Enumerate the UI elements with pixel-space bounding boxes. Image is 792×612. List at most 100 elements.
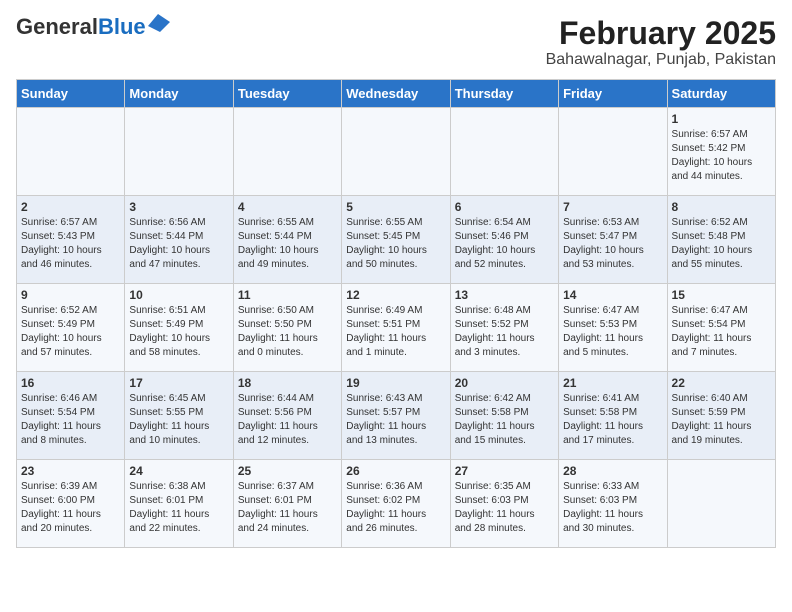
day-info: Sunrise: 6:50 AM Sunset: 5:50 PM Dayligh…: [238, 304, 337, 360]
day-info: Sunrise: 6:35 AM Sunset: 6:03 PM Dayligh…: [455, 480, 554, 536]
day-number: 6: [455, 200, 554, 214]
day-info: Sunrise: 6:57 AM Sunset: 5:43 PM Dayligh…: [21, 216, 120, 272]
calendar-week-row: 2 Sunrise: 6:57 AM Sunset: 5:43 PM Daylig…: [17, 196, 776, 284]
day-number: 26: [346, 464, 445, 478]
day-info: Sunrise: 6:45 AM Sunset: 5:55 PM Dayligh…: [129, 392, 228, 448]
day-number: 1: [672, 112, 771, 126]
calendar-cell: 26 Sunrise: 6:36 AM Sunset: 6:02 PM Dayli…: [342, 460, 450, 548]
logo-icon: [148, 14, 170, 32]
day-number: 21: [563, 376, 662, 390]
calendar-cell: 22 Sunrise: 6:40 AM Sunset: 5:59 PM Dayli…: [667, 372, 775, 460]
day-number: 20: [455, 376, 554, 390]
day-number: 28: [563, 464, 662, 478]
day-number: 2: [21, 200, 120, 214]
day-info: Sunrise: 6:43 AM Sunset: 5:57 PM Dayligh…: [346, 392, 445, 448]
page-header: GeneralBlue February 2025 Bahawalnagar, …: [16, 16, 776, 69]
day-info: Sunrise: 6:54 AM Sunset: 5:46 PM Dayligh…: [455, 216, 554, 272]
day-info: Sunrise: 6:57 AM Sunset: 5:42 PM Dayligh…: [672, 128, 771, 184]
day-info: Sunrise: 6:55 AM Sunset: 5:44 PM Dayligh…: [238, 216, 337, 272]
calendar-cell: 4 Sunrise: 6:55 AM Sunset: 5:44 PM Daylig…: [233, 196, 341, 284]
day-number: 7: [563, 200, 662, 214]
calendar-cell: 16 Sunrise: 6:46 AM Sunset: 5:54 PM Dayli…: [17, 372, 125, 460]
day-number: 10: [129, 288, 228, 302]
calendar-cell: 1 Sunrise: 6:57 AM Sunset: 5:42 PM Daylig…: [667, 108, 775, 196]
day-number: 27: [455, 464, 554, 478]
calendar-cell: 2 Sunrise: 6:57 AM Sunset: 5:43 PM Daylig…: [17, 196, 125, 284]
day-number: 19: [346, 376, 445, 390]
page-title: February 2025: [546, 16, 776, 51]
calendar-cell: 14Sunrise: 6:47 AM Sunset: 5:53 PM Dayli…: [559, 284, 667, 372]
calendar-cell: 13 Sunrise: 6:48 AM Sunset: 5:52 PM Dayli…: [450, 284, 558, 372]
calendar-table: SundayMondayTuesdayWednesdayThursdayFrid…: [16, 79, 776, 548]
day-number: 13: [455, 288, 554, 302]
calendar-week-row: 1 Sunrise: 6:57 AM Sunset: 5:42 PM Daylig…: [17, 108, 776, 196]
day-info: Sunrise: 6:40 AM Sunset: 5:59 PM Dayligh…: [672, 392, 771, 448]
column-header-tuesday: Tuesday: [233, 80, 341, 108]
day-info: Sunrise: 6:46 AM Sunset: 5:54 PM Dayligh…: [21, 392, 120, 448]
calendar-cell: 28Sunrise: 6:33 AM Sunset: 6:03 PM Dayli…: [559, 460, 667, 548]
calendar-cell: [233, 108, 341, 196]
calendar-cell: 3 Sunrise: 6:56 AM Sunset: 5:44 PM Daylig…: [125, 196, 233, 284]
calendar-cell: [667, 460, 775, 548]
calendar-week-row: 9Sunrise: 6:52 AM Sunset: 5:49 PM Daylig…: [17, 284, 776, 372]
column-header-wednesday: Wednesday: [342, 80, 450, 108]
calendar-cell: 6 Sunrise: 6:54 AM Sunset: 5:46 PM Daylig…: [450, 196, 558, 284]
calendar-cell: 18 Sunrise: 6:44 AM Sunset: 5:56 PM Dayli…: [233, 372, 341, 460]
day-info: Sunrise: 6:52 AM Sunset: 5:48 PM Dayligh…: [672, 216, 771, 272]
calendar-cell: [125, 108, 233, 196]
calendar-cell: 19 Sunrise: 6:43 AM Sunset: 5:57 PM Dayli…: [342, 372, 450, 460]
calendar-cell: 27 Sunrise: 6:35 AM Sunset: 6:03 PM Dayli…: [450, 460, 558, 548]
day-info: Sunrise: 6:36 AM Sunset: 6:02 PM Dayligh…: [346, 480, 445, 536]
day-number: 25: [238, 464, 337, 478]
day-number: 8: [672, 200, 771, 214]
page-subtitle: Bahawalnagar, Punjab, Pakistan: [546, 51, 776, 69]
calendar-cell: [559, 108, 667, 196]
day-info: Sunrise: 6:49 AM Sunset: 5:51 PM Dayligh…: [346, 304, 445, 360]
calendar-cell: 24 Sunrise: 6:38 AM Sunset: 6:01 PM Dayli…: [125, 460, 233, 548]
day-number: 15: [672, 288, 771, 302]
calendar-cell: 17 Sunrise: 6:45 AM Sunset: 5:55 PM Dayli…: [125, 372, 233, 460]
calendar-cell: 15Sunrise: 6:47 AM Sunset: 5:54 PM Dayli…: [667, 284, 775, 372]
day-number: 16: [21, 376, 120, 390]
calendar-cell: [342, 108, 450, 196]
calendar-week-row: 23 Sunrise: 6:39 AM Sunset: 6:00 PM Dayli…: [17, 460, 776, 548]
day-number: 24: [129, 464, 228, 478]
day-info: Sunrise: 6:48 AM Sunset: 5:52 PM Dayligh…: [455, 304, 554, 360]
calendar-cell: 20Sunrise: 6:42 AM Sunset: 5:58 PM Dayli…: [450, 372, 558, 460]
calendar-cell: 10 Sunrise: 6:51 AM Sunset: 5:49 PM Dayli…: [125, 284, 233, 372]
day-info: Sunrise: 6:55 AM Sunset: 5:45 PM Dayligh…: [346, 216, 445, 272]
day-info: Sunrise: 6:39 AM Sunset: 6:00 PM Dayligh…: [21, 480, 120, 536]
calendar-header-row: SundayMondayTuesdayWednesdayThursdayFrid…: [17, 80, 776, 108]
calendar-cell: 25 Sunrise: 6:37 AM Sunset: 6:01 PM Dayli…: [233, 460, 341, 548]
day-info: Sunrise: 6:41 AM Sunset: 5:58 PM Dayligh…: [563, 392, 662, 448]
column-header-friday: Friday: [559, 80, 667, 108]
day-info: Sunrise: 6:38 AM Sunset: 6:01 PM Dayligh…: [129, 480, 228, 536]
day-number: 22: [672, 376, 771, 390]
day-info: Sunrise: 6:53 AM Sunset: 5:47 PM Dayligh…: [563, 216, 662, 272]
day-number: 14: [563, 288, 662, 302]
calendar-cell: [450, 108, 558, 196]
day-info: Sunrise: 6:51 AM Sunset: 5:49 PM Dayligh…: [129, 304, 228, 360]
day-number: 3: [129, 200, 228, 214]
calendar-week-row: 16 Sunrise: 6:46 AM Sunset: 5:54 PM Dayli…: [17, 372, 776, 460]
day-info: Sunrise: 6:37 AM Sunset: 6:01 PM Dayligh…: [238, 480, 337, 536]
calendar-cell: 9Sunrise: 6:52 AM Sunset: 5:49 PM Daylig…: [17, 284, 125, 372]
day-info: Sunrise: 6:44 AM Sunset: 5:56 PM Dayligh…: [238, 392, 337, 448]
day-number: 5: [346, 200, 445, 214]
column-header-thursday: Thursday: [450, 80, 558, 108]
column-header-monday: Monday: [125, 80, 233, 108]
day-number: 9: [21, 288, 120, 302]
column-header-sunday: Sunday: [17, 80, 125, 108]
title-block: February 2025 Bahawalnagar, Punjab, Paki…: [546, 16, 776, 69]
day-number: 23: [21, 464, 120, 478]
calendar-cell: 5 Sunrise: 6:55 AM Sunset: 5:45 PM Daylig…: [342, 196, 450, 284]
logo-text: GeneralBlue: [16, 16, 146, 38]
day-info: Sunrise: 6:56 AM Sunset: 5:44 PM Dayligh…: [129, 216, 228, 272]
calendar-cell: [17, 108, 125, 196]
calendar-cell: 21 Sunrise: 6:41 AM Sunset: 5:58 PM Dayli…: [559, 372, 667, 460]
calendar-cell: 23 Sunrise: 6:39 AM Sunset: 6:00 PM Dayli…: [17, 460, 125, 548]
day-number: 11: [238, 288, 337, 302]
day-number: 18: [238, 376, 337, 390]
day-number: 4: [238, 200, 337, 214]
day-number: 17: [129, 376, 228, 390]
